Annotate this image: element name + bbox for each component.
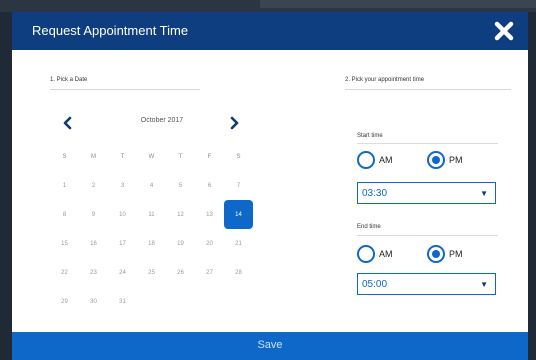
end-time-divider [357,235,498,236]
calendar-day[interactable]: 25 [137,258,166,287]
calendar-day[interactable]: 23 [79,258,108,287]
calendar-day[interactable]: 20 [195,229,224,258]
backdrop-bar [260,0,536,8]
weekday-header: M [91,153,96,160]
modal-title: Request Appointment Time [32,23,189,38]
calendar-day[interactable]: 21 [224,229,253,258]
end-pm-label: PM [449,249,463,259]
start-pm-radio[interactable]: PM [427,151,463,169]
calendar-day[interactable]: 19 [166,229,195,258]
selected-day[interactable]: 14 [224,200,253,229]
end-time-select[interactable]: 05:00 ▼ [357,273,496,295]
weekday-header: S [62,153,67,160]
previous-month-button[interactable] [60,115,76,131]
radio-unchecked-icon [357,245,375,263]
calendar-day[interactable]: 8 [50,200,79,229]
calendar-day[interactable]: 2 [79,171,108,200]
start-time-divider [357,143,498,144]
end-am-label: AM [379,249,393,259]
month-year-label: October 2017 [140,117,184,124]
calendar-day[interactable]: 27 [195,258,224,287]
calendar-day[interactable]: 3 [108,171,137,200]
weekday-header: T [178,153,183,160]
start-time-label: Start time [357,133,383,139]
calendar-day[interactable]: 18 [137,229,166,258]
calendar-day[interactable]: 31 [108,287,137,316]
time-divider [345,89,511,90]
weekday-header: S [236,153,241,160]
calendar-day[interactable]: 1 [50,171,79,200]
calendar-day[interactable]: 9 [79,200,108,229]
start-pm-label: PM [449,155,463,165]
radio-unchecked-icon [357,151,375,169]
calendar-day[interactable]: 28 [224,258,253,287]
calendar-day[interactable]: 4 [137,171,166,200]
weekday-header: W [148,153,155,160]
save-button[interactable]: Save [12,332,528,360]
weekday-header: T [120,153,125,160]
end-am-radio[interactable]: AM [357,245,393,263]
calendar-day[interactable]: 17 [108,229,137,258]
weekday-header: F [207,153,212,160]
calendar-day[interactable]: 10 [108,200,137,229]
end-pm-radio[interactable]: PM [427,245,463,263]
save-button-label: Save [257,339,283,351]
calendar-day[interactable]: 22 [50,258,79,287]
close-x-icon [494,21,514,41]
end-time-value: 05:00 [362,279,388,290]
start-am-radio[interactable]: AM [357,151,393,169]
caret-down-icon: ▼ [480,189,488,198]
calendar-day[interactable]: 11 [137,200,166,229]
end-time-label: End time [357,224,381,230]
calendar-day[interactable]: 15 [50,229,79,258]
start-time-select[interactable]: 03:30 ▼ [357,182,496,204]
close-button[interactable] [492,19,516,43]
pick-time-label: 2. Pick your appointment time [345,77,425,83]
start-am-label: AM [379,155,393,165]
calendar-day[interactable]: 6 [195,171,224,200]
calendar-day[interactable]: 26 [166,258,195,287]
calendar-grid: S M T W T F S 1 2 3 4 5 6 7 8 9 10 11 12… [50,142,253,316]
calendar-day[interactable]: 5 [166,171,195,200]
calendar-day[interactable]: 7 [224,171,253,200]
chevron-right-icon [230,116,239,130]
calendar-day[interactable]: 16 [79,229,108,258]
next-month-button[interactable] [226,115,242,131]
modal-header: Request Appointment Time [12,12,528,50]
calendar-day[interactable]: 24 [108,258,137,287]
pick-date-label: 1. Pick a Date [50,77,88,83]
caret-down-icon: ▼ [480,280,488,289]
chevron-left-icon [63,116,72,130]
date-divider [50,89,200,90]
radio-checked-icon [427,151,445,169]
appointment-modal: Request Appointment Time 1. Pick a Date … [12,12,528,360]
start-time-value: 03:30 [362,188,388,199]
calendar-day[interactable]: 29 [50,287,79,316]
radio-checked-icon [427,245,445,263]
calendar-day[interactable]: 13 [195,200,224,229]
calendar-day[interactable]: 12 [166,200,195,229]
calendar-day[interactable]: 30 [79,287,108,316]
